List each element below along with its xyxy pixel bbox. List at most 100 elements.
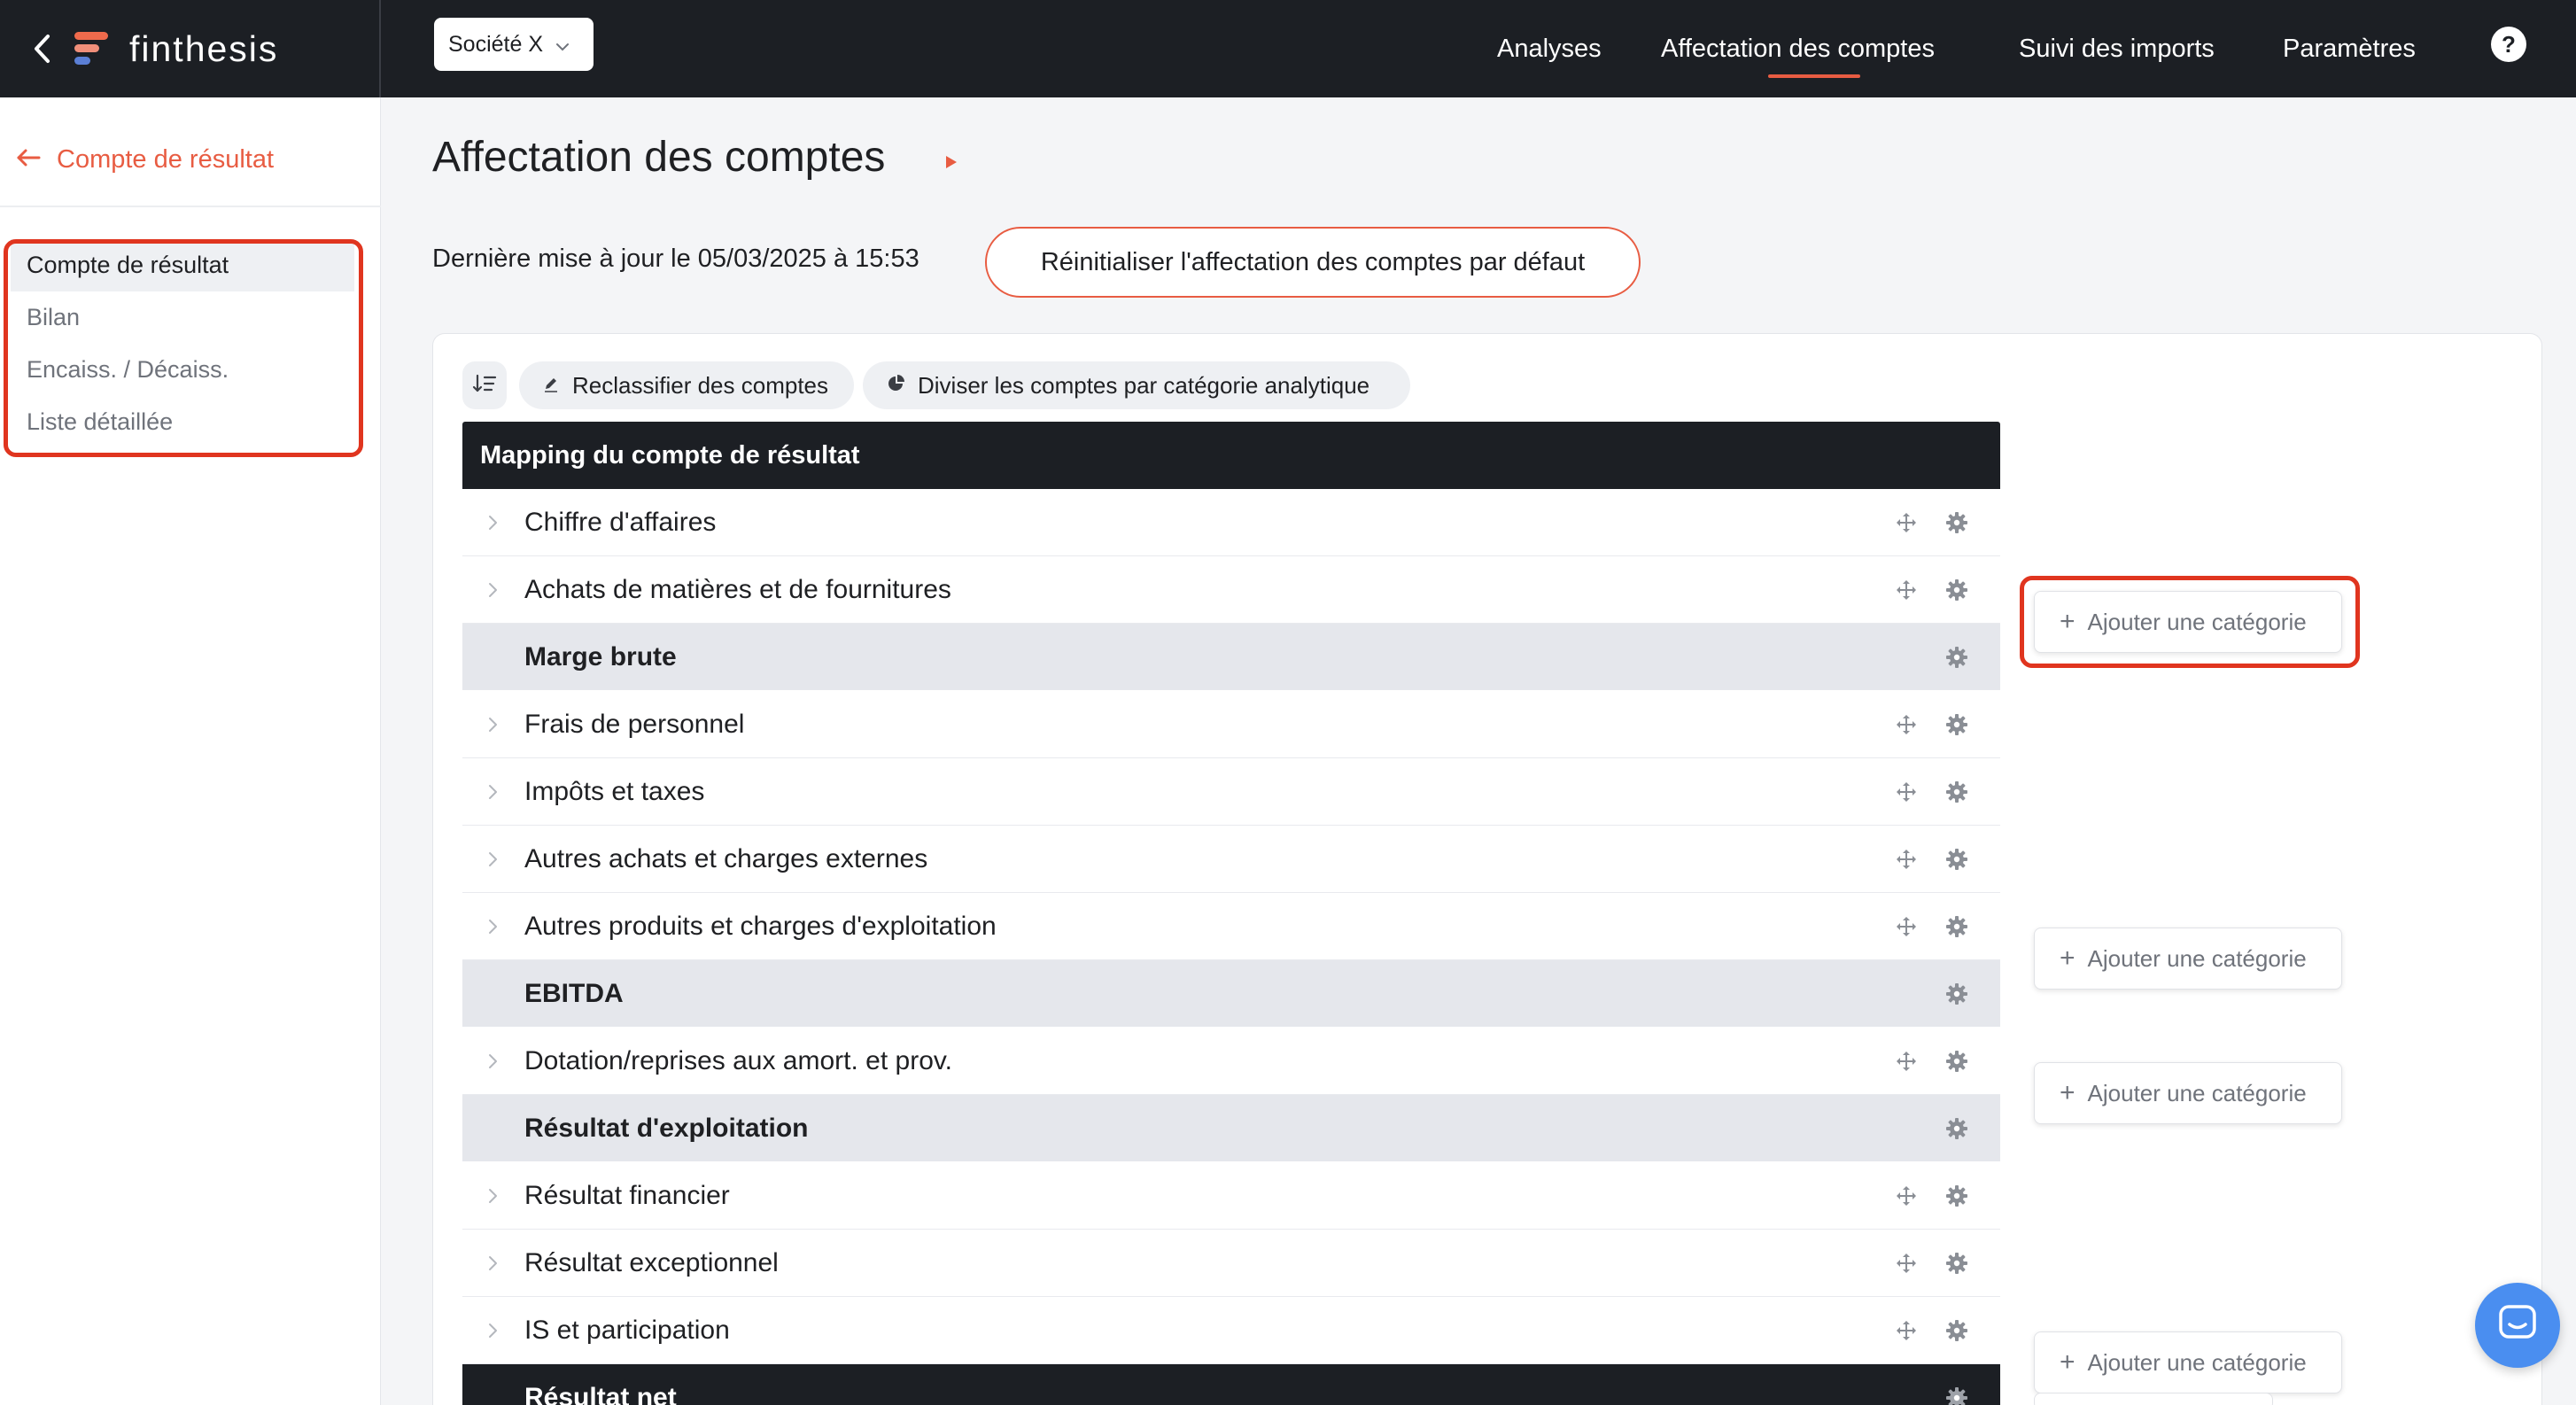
move-icon[interactable]	[1896, 1253, 1917, 1274]
table-row[interactable]: Autres achats et charges externes	[462, 826, 2000, 893]
row-label: Impôts et taxes	[524, 776, 705, 806]
plus-icon: +	[2060, 1347, 2076, 1377]
gear-icon[interactable]	[1945, 915, 1968, 938]
nav-active-indicator	[1768, 74, 1860, 78]
row-label: Résultat financier	[524, 1180, 730, 1210]
brand-name: finthesis	[129, 27, 279, 69]
company-selector[interactable]: Société X	[434, 18, 594, 71]
move-icon[interactable]	[1896, 781, 1917, 803]
table-row[interactable]: EBITDA	[462, 960, 2000, 1028]
chevron-right-icon[interactable]	[482, 1253, 503, 1274]
sort-button[interactable]	[462, 361, 507, 409]
move-icon[interactable]	[1896, 579, 1917, 601]
row-label: Achats de matières et de fournitures	[524, 574, 951, 604]
gear-icon[interactable]	[1945, 1252, 1968, 1275]
row-label: Résultat net	[524, 1382, 677, 1405]
move-icon[interactable]	[1896, 1185, 1917, 1207]
play-icon[interactable]	[944, 154, 958, 175]
row-label: Dotation/reprises aux amort. et prov.	[524, 1045, 952, 1075]
gear-icon[interactable]	[1945, 1184, 1968, 1207]
sidebar-item-compte-de-resultat[interactable]: Compte de résultat	[11, 239, 354, 291]
nav-tab-suivi-des-imports[interactable]: Suivi des imports	[2019, 0, 2215, 97]
gear-icon[interactable]	[1945, 646, 1968, 669]
move-icon[interactable]	[1896, 849, 1917, 870]
help-icon[interactable]: ?	[2491, 27, 2526, 62]
chevron-right-icon[interactable]	[482, 781, 503, 803]
row-label: Autres produits et charges d'exploitatio…	[524, 911, 997, 941]
sidebar-divider	[0, 206, 381, 207]
gear-icon[interactable]	[1945, 578, 1968, 602]
chevron-right-icon[interactable]	[482, 1320, 503, 1341]
chevron-right-icon[interactable]	[482, 1185, 503, 1207]
pencil-icon	[542, 372, 560, 400]
chevron-right-icon[interactable]	[482, 714, 503, 735]
add-category-button-partial[interactable]	[2034, 1393, 2273, 1405]
reclassify-accounts-button[interactable]: Reclassifier des comptes	[519, 361, 854, 409]
table-row[interactable]: Marge brute	[462, 624, 2000, 691]
move-icon[interactable]	[1896, 512, 1917, 533]
sidebar-item-encaiss-decaiss[interactable]: Encaiss. / Décaiss.	[11, 344, 354, 396]
move-icon[interactable]	[1896, 714, 1917, 735]
table-row[interactable]: Dotation/reprises aux amort. et prov.	[462, 1028, 2000, 1095]
plus-icon: +	[2060, 1078, 2076, 1107]
split-by-analytic-category-label: Diviser les comptes par catégorie analyt…	[918, 371, 1370, 399]
add-category-label: Ajouter une catégorie	[2087, 1079, 2307, 1106]
chevron-right-icon[interactable]	[482, 1051, 503, 1072]
nav-tab-affectation-des-comptes[interactable]: Affectation des comptes	[1661, 0, 1935, 97]
gear-icon[interactable]	[1945, 848, 1968, 871]
add-category-button[interactable]: + Ajouter une catégorie	[2034, 1062, 2342, 1124]
table-row[interactable]: Achats de matières et de fournitures	[462, 556, 2000, 624]
gear-icon[interactable]	[1945, 780, 1968, 803]
sidebar-back-label: Compte de résultat	[57, 144, 275, 174]
row-label: Résultat exceptionnel	[524, 1247, 779, 1277]
gear-icon[interactable]	[1945, 982, 1968, 1005]
brand-logo[interactable]: finthesis	[73, 23, 278, 74]
move-icon[interactable]	[1896, 916, 1917, 937]
sidebar-item-liste-detaillee[interactable]: Liste détaillée	[11, 396, 354, 448]
nav-tab-analyses[interactable]: Analyses	[1497, 0, 1602, 97]
move-icon[interactable]	[1896, 1320, 1917, 1341]
table-row[interactable]: Impôts et taxes	[462, 758, 2000, 826]
chevron-right-icon[interactable]	[482, 849, 503, 870]
row-label: Autres achats et charges externes	[524, 843, 928, 873]
table-row[interactable]: Résultat exceptionnel	[462, 1230, 2000, 1297]
sidebar-back-link[interactable]: Compte de résultat	[16, 138, 274, 181]
chevron-right-icon[interactable]	[482, 916, 503, 937]
table-body: Chiffre d'affaires Achats de matières et …	[462, 489, 2000, 1405]
chat-icon	[2497, 1303, 2538, 1348]
table-header: Mapping du compte de résultat	[462, 422, 2000, 489]
sidebar-menu: Compte de résultat Bilan Encaiss. / Déca…	[11, 239, 354, 448]
table-row[interactable]: Résultat net	[462, 1364, 2000, 1405]
reset-mapping-button[interactable]: Réinitialiser l'affectation des comptes …	[985, 227, 1641, 298]
table-row[interactable]: Résultat d'exploitation	[462, 1095, 2000, 1162]
table-row[interactable]: IS et participation	[462, 1297, 2000, 1364]
move-icon[interactable]	[1896, 1051, 1917, 1072]
gear-icon[interactable]	[1945, 713, 1968, 736]
page-title: Affectation des comptes	[432, 134, 886, 181]
back-chevron-icon[interactable]	[18, 24, 67, 74]
chevron-right-icon[interactable]	[482, 512, 503, 533]
gear-icon[interactable]	[1945, 1117, 1968, 1140]
reclassify-accounts-label: Reclassifier des comptes	[572, 371, 828, 399]
row-label: Frais de personnel	[524, 709, 745, 739]
sidebar-item-bilan[interactable]: Bilan	[11, 291, 354, 344]
table-row[interactable]: Autres produits et charges d'exploitatio…	[462, 893, 2000, 960]
row-label: Marge brute	[524, 641, 677, 671]
add-category-button[interactable]: + Ajouter une catégorie	[2034, 1331, 2342, 1393]
plus-icon: +	[2060, 943, 2076, 973]
sidebar: Compte de résultat Compte de résultat Bi…	[0, 97, 381, 1405]
gear-icon[interactable]	[1945, 1386, 1968, 1405]
gear-icon[interactable]	[1945, 1050, 1968, 1073]
gear-icon[interactable]	[1945, 1319, 1968, 1342]
chevron-down-icon	[555, 32, 570, 58]
gear-icon[interactable]	[1945, 511, 1968, 534]
chevron-right-icon[interactable]	[482, 579, 503, 601]
nav-tab-parametres[interactable]: Paramètres	[2283, 0, 2416, 97]
add-category-button[interactable]: + Ajouter une catégorie	[2034, 591, 2342, 653]
table-row[interactable]: Frais de personnel	[462, 691, 2000, 758]
table-row[interactable]: Chiffre d'affaires	[462, 489, 2000, 556]
table-row[interactable]: Résultat financier	[462, 1162, 2000, 1230]
chat-launcher-button[interactable]	[2475, 1283, 2560, 1368]
split-by-analytic-category-button[interactable]: Diviser les comptes par catégorie analyt…	[863, 361, 1410, 409]
add-category-button[interactable]: + Ajouter une catégorie	[2034, 928, 2342, 990]
